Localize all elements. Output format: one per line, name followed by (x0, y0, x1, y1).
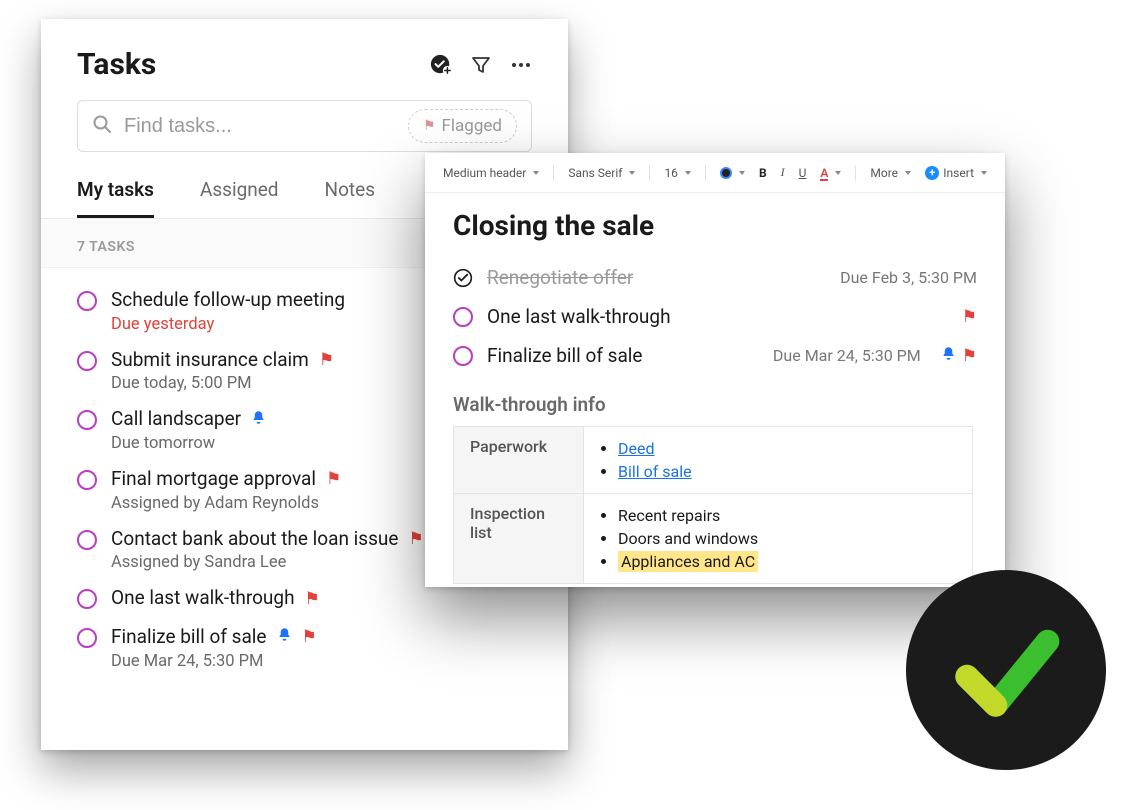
insert-button[interactable]: + Insert (921, 164, 991, 182)
flagged-filter-chip[interactable]: ⚑ Flagged (408, 109, 517, 143)
inspection-item: Appliances and AC (618, 550, 956, 573)
task-title: Contact bank about the loan issue (111, 527, 398, 552)
walkthrough-heading: Walk-through info (453, 393, 977, 416)
highlighted-text: Appliances and AC (618, 551, 758, 572)
font-size-dropdown[interactable]: 16 (660, 164, 695, 182)
font-family-dropdown[interactable]: Sans Serif (564, 164, 639, 182)
toolbar-separator (855, 165, 856, 181)
task-title: Submit insurance claim (111, 348, 309, 373)
toolbar-separator (553, 165, 554, 181)
header-style-dropdown[interactable]: Medium header (439, 164, 543, 182)
plus-icon: + (925, 166, 939, 180)
task-checkbox[interactable] (77, 628, 97, 648)
table-cell-paperwork: Deed Bill of sale (584, 427, 973, 494)
bell-icon (277, 626, 292, 648)
task-checkbox[interactable] (77, 589, 97, 609)
task-checkbox[interactable] (77, 410, 97, 430)
task-row[interactable]: Finalize bill of sale ⚑ Due Mar 24, 5:30… (77, 615, 540, 675)
flag-icon: ⚑ (326, 468, 341, 490)
flag-icon: ⚑ (962, 307, 977, 327)
filter-icon[interactable] (470, 54, 492, 76)
table-label-paperwork: Paperwork (454, 427, 584, 494)
inspection-item: Doors and windows (618, 527, 956, 550)
bold-button[interactable]: B (755, 164, 771, 182)
task-due: Due Mar 24, 5:30 PM (111, 652, 540, 671)
editor-toolbar: Medium header Sans Serif 16 B I U A More… (425, 153, 1005, 193)
font-color-button[interactable]: A (816, 164, 845, 182)
toolbar-separator (649, 165, 650, 181)
task-checkbox[interactable] (453, 346, 473, 366)
note-task-due: Due Mar 24, 5:30 PM (773, 346, 921, 365)
tasks-title: Tasks (77, 47, 430, 82)
bell-icon (251, 409, 266, 431)
note-task-title: Renegotiate offer (487, 266, 826, 289)
note-panel: Medium header Sans Serif 16 B I U A More… (425, 153, 1005, 587)
underline-button[interactable]: U (795, 164, 811, 182)
tab-my-tasks[interactable]: My tasks (77, 178, 154, 218)
text-color-dropdown[interactable] (716, 165, 749, 181)
note-task-title: Finalize bill of sale (487, 344, 759, 367)
search-icon (92, 114, 112, 138)
link-bill-of-sale[interactable]: Bill of sale (618, 462, 692, 481)
task-title: Finalize bill of sale (111, 625, 267, 650)
search-input[interactable] (124, 115, 396, 138)
insert-label: Insert (943, 166, 974, 180)
note-task-title: One last walk-through (487, 305, 942, 328)
flag-icon: ⚑ (423, 118, 436, 134)
flagged-chip-label: Flagged (442, 116, 502, 136)
task-checkbox[interactable] (77, 470, 97, 490)
color-swatch-icon (720, 167, 732, 179)
more-icon[interactable] (510, 54, 532, 76)
task-checkbox[interactable] (453, 307, 473, 327)
font-color-icon: A (820, 166, 828, 180)
note-task-row[interactable]: One last walk-through ⚑ (453, 297, 977, 336)
flag-icon: ⚑ (302, 626, 317, 648)
note-task-row[interactable]: Renegotiate offer Due Feb 3, 5:30 PM (453, 258, 977, 297)
link-deed[interactable]: Deed (618, 439, 655, 458)
task-checkbox[interactable] (77, 291, 97, 311)
flag-icon: ⚑ (962, 346, 977, 366)
toolbar-separator (705, 165, 706, 181)
flag-icon: ⚑ (408, 528, 423, 550)
add-task-icon[interactable] (430, 54, 452, 76)
walkthrough-table: Paperwork Deed Bill of sale Inspection l… (453, 426, 973, 584)
task-title: Schedule follow-up meeting (111, 288, 345, 313)
tasks-header: Tasks (41, 19, 568, 100)
tasks-header-actions (430, 54, 532, 76)
note-task-row[interactable]: Finalize bill of sale Due Mar 24, 5:30 P… (453, 336, 977, 375)
tab-notes[interactable]: Notes (325, 178, 376, 218)
table-label-inspection: Inspection list (454, 494, 584, 584)
bell-icon (941, 346, 956, 366)
search-box[interactable]: ⚑ Flagged (77, 100, 532, 152)
task-checkbox[interactable] (77, 351, 97, 371)
note-title[interactable]: Closing the sale (453, 209, 977, 242)
task-title: Final mortgage approval (111, 467, 316, 492)
more-dropdown[interactable]: More (866, 164, 915, 182)
tab-assigned[interactable]: Assigned (200, 178, 279, 218)
task-title: Call landscaper (111, 407, 241, 432)
task-checkbox[interactable] (77, 530, 97, 550)
flag-icon: ⚑ (319, 349, 334, 371)
note-body[interactable]: Closing the sale Renegotiate offer Due F… (425, 193, 1005, 584)
inspection-item: Recent repairs (618, 504, 956, 527)
task-checkbox-done[interactable] (453, 268, 473, 288)
italic-button[interactable]: I (777, 163, 789, 182)
note-task-due: Due Feb 3, 5:30 PM (840, 268, 977, 287)
flag-icon: ⚑ (305, 588, 320, 610)
task-title: One last walk-through (111, 586, 295, 611)
check-icon (941, 605, 1071, 735)
table-cell-inspection: Recent repairs Doors and windows Applian… (584, 494, 973, 584)
checkmark-badge (906, 570, 1106, 770)
